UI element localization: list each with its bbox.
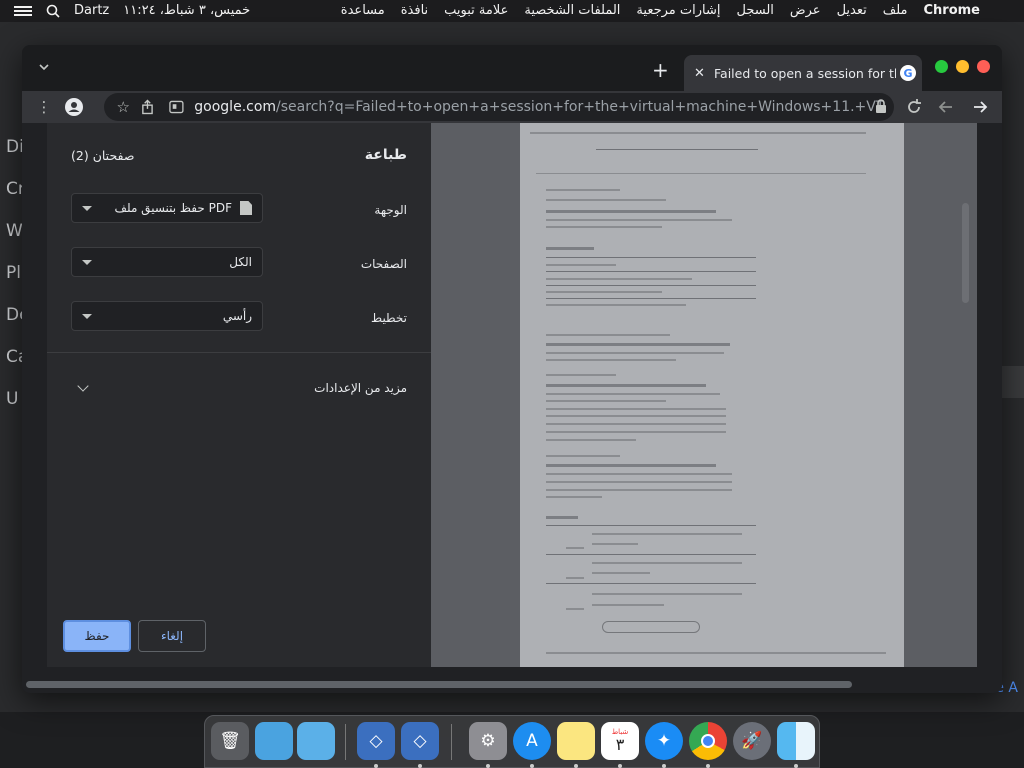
menu-view[interactable]: عرض — [790, 3, 821, 18]
document-icon — [240, 201, 252, 215]
layout-label: تخطيط — [371, 311, 407, 325]
calendar-icon[interactable]: شباط ٣ — [601, 722, 639, 760]
layout-value: رأسي — [222, 309, 252, 323]
preview-scrollbar[interactable] — [962, 203, 969, 303]
menu-history[interactable]: السجل — [736, 3, 773, 18]
pages-label: الصفحات — [360, 257, 407, 271]
menubar-status: Dartz خميس، ٣ شباط، ١١:٢٤ — [14, 3, 250, 18]
menu-edit[interactable]: تعديل — [837, 3, 867, 18]
app-store-icon[interactable]: A — [513, 722, 551, 760]
virtualbox-icon[interactable]: ◇ — [401, 722, 439, 760]
menu-tab[interactable]: علامة تبويب — [444, 3, 508, 18]
tab-active[interactable]: ✕ Failed to open a session for the G — [684, 55, 922, 91]
folder-icon[interactable] — [255, 722, 293, 760]
browser-toolbar: ⋮ ☆ google.com /search?q=Failed+to+open+… — [22, 91, 1002, 123]
virtualbox-icon[interactable]: ◇ — [357, 722, 395, 760]
launchpad-icon[interactable]: 🚀 — [733, 722, 771, 760]
layout-select[interactable]: رأسي — [71, 301, 263, 331]
horizontal-scrollbar[interactable] — [26, 681, 852, 688]
chrome-icon[interactable] — [689, 722, 727, 760]
menu-bookmarks[interactable]: إشارات مرجعية — [636, 3, 720, 18]
chrome-menu-icon[interactable]: ⋮ — [34, 97, 54, 117]
chevron-down-icon — [82, 259, 92, 265]
window-controls — [935, 60, 990, 73]
chrome-window: + ✕ Failed to open a session for the G ⋮… — [22, 45, 1002, 693]
share-icon[interactable] — [141, 99, 154, 115]
menubar-user[interactable]: Dartz — [74, 3, 109, 18]
more-settings-toggle[interactable]: مزيد من الإعدادات — [71, 376, 407, 400]
menu-app-name[interactable]: Chrome — [923, 3, 980, 18]
trash-icon[interactable]: 🗑 — [211, 722, 249, 760]
finder-icon[interactable] — [777, 722, 815, 760]
menu-help[interactable]: مساعدة — [341, 3, 385, 18]
control-center-icon[interactable] — [14, 5, 32, 17]
menubar: Chrome ملف تعديل عرض السجل إشارات مرجعية… — [0, 0, 1024, 22]
menubar-clock[interactable]: خميس، ٣ شباط، ١١:٢٤ — [123, 3, 250, 18]
folder-icon[interactable] — [297, 722, 335, 760]
chevron-down-icon — [77, 380, 89, 392]
chevron-down-icon — [82, 313, 92, 319]
google-favicon-icon: G — [900, 65, 916, 81]
reload-icon[interactable] — [904, 97, 924, 117]
forward-arrow-icon[interactable] — [970, 97, 990, 117]
cancel-button[interactable]: إلغاء — [138, 620, 206, 652]
maximize-button[interactable] — [935, 60, 948, 73]
new-tab-button[interactable]: + — [652, 58, 669, 82]
calendar-day: ٣ — [615, 735, 625, 754]
menu-file[interactable]: ملف — [883, 3, 908, 18]
menu-window[interactable]: نافذة — [401, 3, 428, 18]
destination-select[interactable]: حفظ بتنسيق ملف PDF — [71, 193, 263, 223]
url-path: /search?q=Failed+to+open+a+session+for+t… — [276, 99, 884, 115]
profile-icon[interactable] — [64, 97, 84, 117]
back-arrow-icon[interactable] — [936, 97, 956, 117]
print-preview — [431, 123, 977, 667]
dock: 🗑 ◇ ◇ ⚙ A شباط ٣ ✦ 🚀 — [204, 715, 820, 768]
divider — [47, 352, 431, 353]
system-preferences-icon[interactable]: ⚙ — [469, 722, 507, 760]
print-title: طباعة — [364, 147, 407, 163]
url-domain: google.com — [194, 99, 277, 115]
save-button[interactable]: حفظ — [63, 620, 131, 652]
spotlight-search-icon[interactable] — [46, 4, 60, 18]
print-settings-panel: طباعة صفحتان (2) الوجهة حفظ بتنسيق ملف P… — [47, 123, 431, 667]
more-settings-label: مزيد من الإعدادات — [314, 381, 407, 395]
preview-page[interactable] — [520, 123, 904, 667]
bookmark-star-icon[interactable]: ☆ — [114, 97, 133, 117]
minimize-button[interactable] — [956, 60, 969, 73]
sheet-count: صفحتان (2) — [71, 148, 135, 163]
destination-value: حفظ بتنسيق ملف PDF — [114, 201, 232, 215]
chevron-down-icon — [82, 205, 92, 211]
close-window-button[interactable] — [977, 60, 990, 73]
notes-icon[interactable] — [557, 722, 595, 760]
menubar-menus: Chrome ملف تعديل عرض السجل إشارات مرجعية… — [341, 3, 980, 18]
destination-label: الوجهة — [374, 203, 407, 217]
tab-close-icon[interactable]: ✕ — [694, 66, 708, 81]
background-panel — [1002, 366, 1024, 398]
safari-icon[interactable]: ✦ — [645, 722, 683, 760]
translate-icon[interactable] — [169, 100, 185, 114]
address-bar[interactable]: ☆ google.com /search?q=Failed+to+open+a+… — [104, 93, 894, 121]
pages-value: الكل — [229, 255, 252, 269]
tab-strip: + ✕ Failed to open a session for the G — [22, 45, 1002, 91]
tab-search-chevron-icon[interactable] — [38, 61, 50, 73]
tab-title: Failed to open a session for the — [714, 65, 896, 81]
pages-select[interactable]: الكل — [71, 247, 263, 277]
menu-profiles[interactable]: الملفات الشخصية — [524, 3, 620, 18]
lock-icon[interactable] — [876, 99, 886, 113]
